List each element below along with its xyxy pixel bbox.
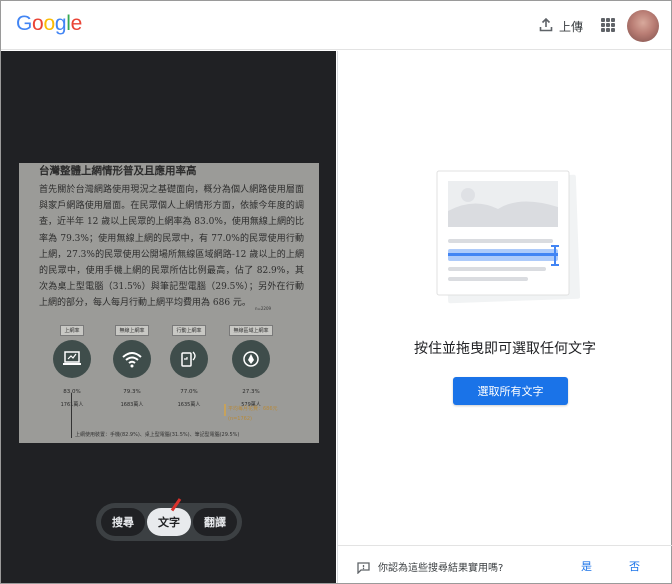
sample-size-note: n=2209 bbox=[255, 306, 272, 311]
upload-label: 上傳 bbox=[559, 19, 584, 34]
stat-item: 無線區域上網率 27.3% 579萬人 bbox=[223, 317, 279, 408]
document-image[interactable]: 台灣整體上網情形普及且應用率高 首先關於台灣網路使用現況之基礎面向，概分為個人網… bbox=[19, 163, 319, 443]
top-bar: Google 上傳 bbox=[1, 1, 671, 50]
laptop-icon bbox=[53, 340, 91, 378]
highlight-text[interactable]: 平均每月花費：686元 bbox=[228, 405, 278, 412]
logo-letter: e bbox=[70, 12, 83, 35]
select-all-text-button[interactable]: 選取所有文字 bbox=[453, 377, 568, 405]
location-wifi-icon bbox=[232, 340, 270, 378]
wifi-icon bbox=[113, 340, 151, 378]
logo-letter: o bbox=[32, 12, 44, 35]
mobile-network-icon bbox=[170, 340, 208, 378]
stat-percent[interactable]: 83.0% bbox=[44, 389, 100, 395]
feedback-question: 你認為這些搜尋結果實用嗎? bbox=[378, 563, 504, 574]
feedback-yes-link[interactable]: 是 bbox=[581, 558, 592, 574]
stat-percent[interactable]: 79.3% bbox=[104, 389, 160, 395]
translate-mode-button[interactable]: 翻譯 bbox=[193, 508, 237, 536]
stat-item: 行動上網率 77.0% 1635萬人 bbox=[161, 317, 217, 408]
logo-letter: o bbox=[43, 12, 55, 35]
stat-label[interactable]: 無線區域上網率 bbox=[229, 325, 273, 336]
stat-item: 無線上網率 79.3% 1683萬人 bbox=[104, 317, 160, 408]
document-title[interactable]: 台灣整體上網情形普及且應用率高 bbox=[39, 163, 197, 178]
selection-prompt: 按住並拖曳即可選取任何文字 bbox=[414, 341, 596, 357]
feedback-no-link[interactable]: 否 bbox=[629, 558, 640, 574]
connector-line bbox=[71, 393, 72, 438]
image-panel: 台灣整體上網情形普及且應用率高 首先關於台灣網路使用現況之基礎面向，概分為個人網… bbox=[1, 51, 336, 583]
mode-switcher: 搜尋 文字 翻譯 bbox=[96, 503, 242, 541]
upload-icon bbox=[539, 17, 553, 35]
stat-label[interactable]: 上網率 bbox=[60, 325, 84, 336]
logo-letter: G bbox=[16, 12, 33, 35]
highlight-subtext[interactable]: (n=1762) bbox=[228, 416, 252, 422]
text-mode-button[interactable]: 文字 bbox=[147, 508, 191, 536]
google-logo[interactable]: Google bbox=[16, 12, 82, 36]
stat-count[interactable]: 1761萬人 bbox=[44, 401, 100, 408]
text-panel: 按住並拖曳即可選取任何文字 選取所有文字 你認為這些搜尋結果實用嗎? 是 否 bbox=[337, 51, 672, 583]
document-footer[interactable]: 上網使用裝置：手機(82.9%)、桌上型電腦(31.5%)、筆記型電腦(29.5… bbox=[75, 431, 239, 438]
stat-label[interactable]: 行動上網率 bbox=[172, 325, 206, 336]
document-paragraph[interactable]: 首先關於台灣網路使用現況之基礎面向，概分為個人網路使用層面與家戶網路使用層面。在… bbox=[39, 182, 304, 312]
apps-grid-icon[interactable] bbox=[601, 18, 615, 32]
feedback-icon bbox=[357, 559, 370, 575]
avatar[interactable] bbox=[627, 10, 659, 42]
upload-button[interactable]: 上傳 bbox=[539, 16, 583, 36]
stat-count[interactable]: 1635萬人 bbox=[161, 401, 217, 408]
stat-percent[interactable]: 27.3% bbox=[223, 389, 279, 395]
text-selection-illustration bbox=[434, 169, 584, 311]
stat-label[interactable]: 無線上網率 bbox=[115, 325, 149, 336]
stat-item: 上網率 83.0% 1761萬人 bbox=[44, 317, 100, 408]
search-mode-button[interactable]: 搜尋 bbox=[101, 508, 145, 536]
stat-percent[interactable]: 77.0% bbox=[161, 389, 217, 395]
logo-letter: g bbox=[54, 12, 67, 35]
feedback-bar: 你認為這些搜尋結果實用嗎? 是 否 bbox=[338, 545, 672, 583]
stat-count[interactable]: 1683萬人 bbox=[104, 401, 160, 408]
